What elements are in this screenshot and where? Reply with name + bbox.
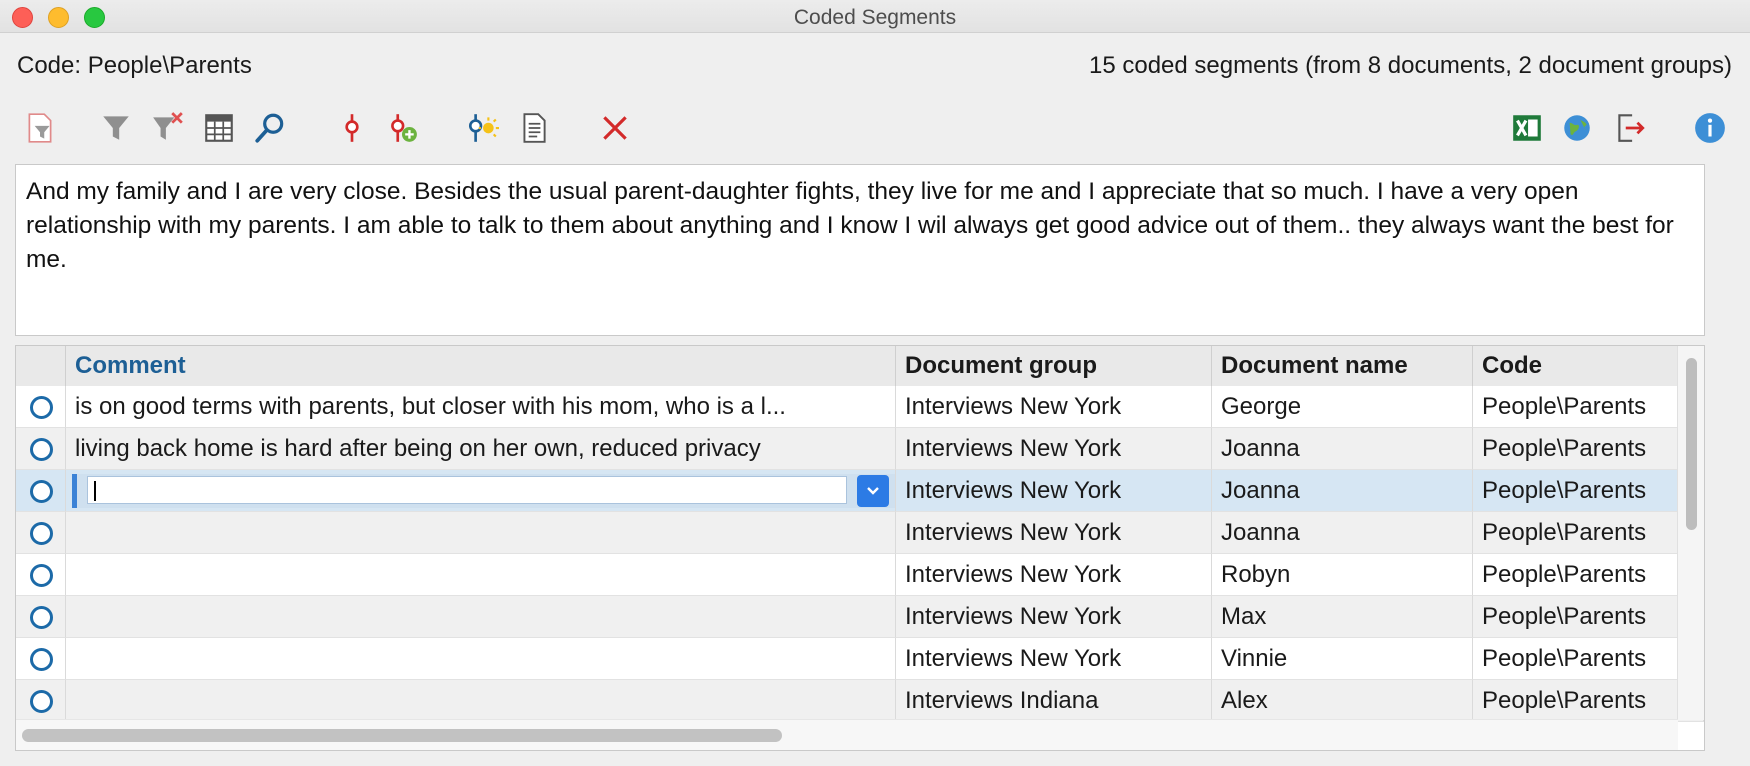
code-cell: People\Parents — [1473, 596, 1704, 638]
document-group-cell: Interviews New York — [896, 554, 1212, 596]
table-row[interactable]: Interviews New York Joanna People\Parent… — [16, 512, 1704, 554]
export-icon[interactable] — [1612, 110, 1648, 146]
clear-filter-icon[interactable] — [150, 110, 186, 146]
comment-cell[interactable] — [66, 596, 896, 638]
document-name-cell: Joanna — [1212, 512, 1473, 554]
document-name-cell: Vinnie — [1212, 638, 1473, 680]
code-cell: People\Parents — [1473, 512, 1704, 554]
window-title: Coded Segments — [793, 6, 957, 29]
comment-editor — [72, 474, 895, 508]
coded-segments-window: Coded Segments Code: People\Parents 15 c… — [0, 0, 1750, 766]
web-export-icon[interactable] — [1559, 110, 1595, 146]
status-circle-icon[interactable] — [30, 648, 53, 671]
document-group-cell: Interviews New York — [896, 512, 1212, 554]
columns-icon[interactable] — [201, 110, 237, 146]
document-group-cell: Interviews New York — [896, 386, 1212, 428]
status-circle-icon[interactable] — [30, 606, 53, 629]
document-group-cell: Interviews New York — [896, 470, 1212, 512]
code-label: Code: People\Parents — [17, 52, 252, 79]
column-header-code[interactable]: Code — [1473, 346, 1678, 386]
document-name-cell: George — [1212, 386, 1473, 428]
comment-cell[interactable]: is on good terms with parents, but close… — [66, 386, 896, 428]
segment-preview-text: And my family and I are very close. Besi… — [26, 178, 1674, 273]
vertical-scrollbar[interactable] — [1677, 346, 1704, 720]
toolbar — [0, 108, 1750, 152]
column-header-document-group[interactable]: Document group — [896, 346, 1212, 386]
delete-icon[interactable] — [597, 110, 633, 146]
chevron-down-icon — [867, 487, 879, 495]
status-circle-icon[interactable] — [30, 438, 53, 461]
search-icon[interactable] — [252, 110, 288, 146]
document-name-cell: Robyn — [1212, 554, 1473, 596]
horizontal-scrollbar[interactable] — [16, 719, 1678, 750]
status-circle-icon[interactable] — [30, 564, 53, 587]
status-circle-icon[interactable] — [30, 522, 53, 545]
segment-preview[interactable]: And my family and I are very close. Besi… — [15, 164, 1705, 336]
document-name-cell: Alex — [1212, 680, 1473, 722]
table-row[interactable]: Interviews Indiana Alex People\Parents — [16, 680, 1704, 722]
vertical-scroll-thumb[interactable] — [1686, 358, 1697, 530]
table-row[interactable]: Interviews New York Max People\Parents — [16, 596, 1704, 638]
add-code-icon[interactable] — [384, 110, 420, 146]
comment-cell[interactable] — [66, 680, 896, 722]
document-name-cell: Max — [1212, 596, 1473, 638]
code-cell: People\Parents — [1473, 680, 1704, 722]
excel-export-icon[interactable] — [1509, 110, 1545, 146]
overview-icon[interactable] — [516, 110, 552, 146]
document-name-cell: Joanna — [1212, 428, 1473, 470]
document-group-cell: Interviews New York — [896, 428, 1212, 470]
code-cell: People\Parents — [1473, 638, 1704, 680]
table-row[interactable]: Interviews New York Robyn People\Parents — [16, 554, 1704, 596]
comment-dropdown-button[interactable] — [857, 475, 889, 507]
filter-document-icon[interactable] — [22, 110, 58, 146]
table-header: Comment Document group Document name Cod… — [16, 346, 1704, 387]
column-header-document-name[interactable]: Document name — [1212, 346, 1473, 386]
code-insight-icon[interactable] — [464, 110, 500, 146]
activate-code-icon[interactable] — [334, 110, 370, 146]
document-name-cell: Joanna — [1212, 470, 1473, 512]
column-header-status[interactable] — [16, 346, 66, 386]
code-cell: People\Parents — [1473, 386, 1704, 428]
table-row[interactable]: is on good terms with parents, but close… — [16, 386, 1704, 428]
info-icon[interactable] — [1692, 110, 1728, 146]
comment-cell-editing[interactable] — [66, 470, 896, 512]
table-row[interactable]: living back home is hard after being on … — [16, 428, 1704, 470]
document-group-cell: Interviews New York — [896, 596, 1212, 638]
status-circle-icon[interactable] — [30, 480, 53, 503]
status-circle-icon[interactable] — [30, 690, 53, 713]
document-group-cell: Interviews Indiana — [896, 680, 1212, 722]
status-circle-icon[interactable] — [30, 396, 53, 419]
segment-count-label: 15 coded segments (from 8 documents, 2 d… — [1088, 52, 1732, 79]
text-caret — [94, 481, 96, 501]
comment-cell[interactable] — [66, 554, 896, 596]
comment-input[interactable] — [87, 476, 847, 504]
comment-cell[interactable] — [66, 638, 896, 680]
column-header-comment[interactable]: Comment — [66, 346, 896, 386]
code-cell: People\Parents — [1473, 428, 1704, 470]
code-cell: People\Parents — [1473, 470, 1704, 512]
horizontal-scroll-thumb[interactable] — [22, 729, 782, 742]
segments-table: Comment Document group Document name Cod… — [15, 345, 1705, 751]
comment-cell[interactable]: living back home is hard after being on … — [66, 428, 896, 470]
comment-cell[interactable] — [66, 512, 896, 554]
code-cell: People\Parents — [1473, 554, 1704, 596]
table-row[interactable]: Interviews New York Vinnie People\Parent… — [16, 638, 1704, 680]
table-row-selected[interactable]: Interviews New York Joanna People\Parent… — [16, 470, 1704, 512]
filter-icon[interactable] — [98, 110, 134, 146]
document-group-cell: Interviews New York — [896, 638, 1212, 680]
title-bar[interactable]: Coded Segments — [0, 0, 1750, 33]
